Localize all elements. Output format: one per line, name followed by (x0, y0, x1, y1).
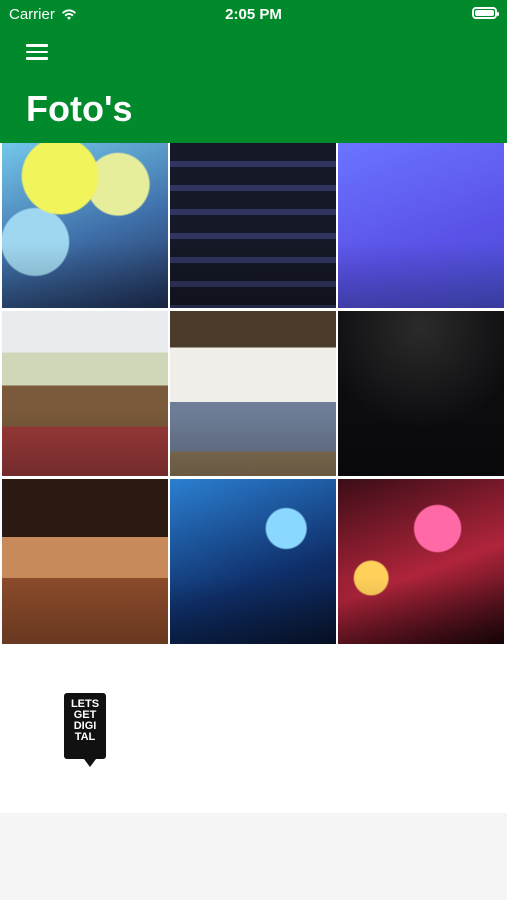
logo-speech-tail (84, 759, 96, 767)
app-header: Carrier 2:05 PM Foto's (0, 0, 507, 143)
photo-9[interactable] (338, 479, 504, 644)
photo-2[interactable] (170, 143, 336, 308)
photo-shade (2, 143, 168, 308)
photo-6[interactable] (338, 311, 504, 476)
photo-shade (338, 143, 504, 308)
photo-4[interactable] (2, 311, 168, 476)
photo-5[interactable] (170, 311, 336, 476)
status-time: 2:05 PM (225, 6, 282, 23)
photo-1[interactable] (2, 143, 168, 308)
photo-shade (170, 311, 336, 476)
photo-shade (170, 143, 336, 308)
photo-shade (170, 479, 336, 644)
photo-shade (2, 311, 168, 476)
photo-shade (2, 479, 168, 644)
photo-7[interactable] (2, 479, 168, 644)
hamburger-menu-icon[interactable] (24, 40, 50, 64)
photo-grid (0, 143, 507, 645)
photo-shade (338, 311, 504, 476)
battery-icon (472, 7, 499, 19)
logo-area: LETS GET DIGI TAL (0, 645, 507, 813)
logo-line-4: TAL (74, 731, 96, 743)
status-bar: Carrier 2:05 PM (0, 0, 507, 28)
photo-3[interactable] (338, 143, 504, 308)
photo-shade (338, 479, 504, 644)
footer (0, 813, 507, 900)
page-title: Foto's (26, 88, 133, 129)
photo-8[interactable] (170, 479, 336, 644)
letsgetdigital-logo[interactable]: LETS GET DIGI TAL (64, 693, 106, 767)
